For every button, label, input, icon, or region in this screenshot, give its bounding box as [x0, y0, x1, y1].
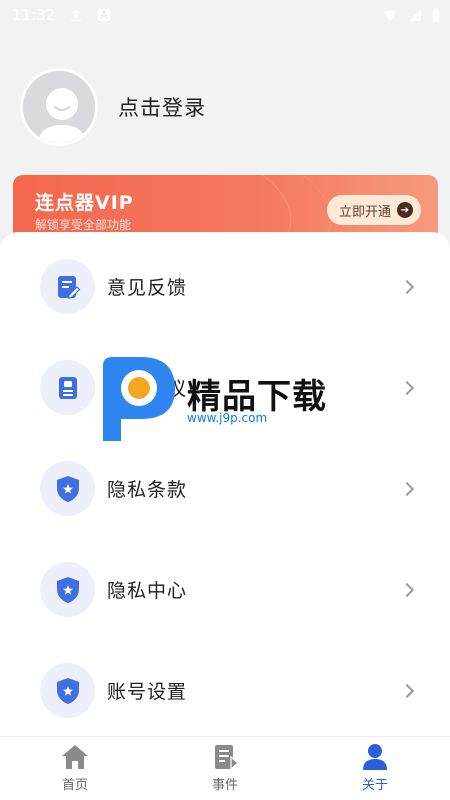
status-bar: 11:32 — [0, 0, 450, 30]
chevron-right-icon — [399, 380, 415, 395]
battery-icon — [432, 8, 440, 22]
avatar[interactable] — [20, 68, 98, 146]
contract-document-icon — [58, 376, 77, 399]
shield-star-icon — [56, 475, 79, 502]
tab-about[interactable]: 关于 — [300, 737, 450, 800]
tab-home[interactable]: 首页 — [0, 737, 150, 800]
wifi-icon — [384, 10, 396, 21]
shield-star-icon — [56, 576, 79, 603]
activate-vip-button[interactable]: 立即开通 ➔ — [326, 195, 421, 225]
signal-icon — [409, 9, 421, 21]
chevron-right-icon — [399, 481, 415, 496]
events-icon — [215, 745, 239, 771]
activate-vip-label: 立即开通 — [338, 204, 391, 220]
upload-icon — [71, 9, 82, 21]
menu-panel: 意见反馈 用户协议 隐私条款 隐私中心 账号设置 — [0, 232, 450, 742]
arrow-right-icon: ➔ — [397, 202, 413, 218]
menu-label-privacy-terms: 隐私条款 — [107, 479, 188, 501]
tab-events[interactable]: 事件 — [150, 737, 300, 800]
tab-label-events: 事件 — [211, 778, 238, 793]
shield-star-icon — [56, 677, 79, 704]
menu-item-privacy-center[interactable]: 隐私中心 — [0, 539, 450, 640]
default-avatar-icon — [37, 88, 87, 143]
login-link[interactable]: 点击登录 — [118, 92, 206, 122]
profile-header[interactable]: 点击登录 — [20, 68, 206, 146]
menu-item-feedback[interactable]: 意见反馈 — [0, 236, 450, 337]
menu-label-feedback: 意见反馈 — [107, 277, 188, 299]
menu-item-user-agreement[interactable]: 用户协议 — [0, 337, 450, 438]
menu-item-account-settings[interactable]: 账号设置 — [0, 640, 450, 741]
status-time: 11:32 — [12, 6, 56, 24]
menu-item-privacy-terms[interactable]: 隐私条款 — [0, 438, 450, 539]
chevron-right-icon — [399, 683, 415, 698]
vip-title: 连点器VIP — [35, 192, 134, 214]
chevron-right-icon — [399, 582, 415, 597]
menu-label-account-settings: 账号设置 — [107, 681, 188, 703]
chevron-right-icon — [399, 279, 415, 294]
tab-label-about: 关于 — [361, 778, 388, 793]
edit-document-icon — [57, 275, 80, 299]
menu-label-privacy-center: 隐私中心 — [107, 580, 188, 602]
menu-label-user-agreement: 用户协议 — [107, 378, 188, 400]
vip-subtitle: 解锁享受全部功能 — [35, 218, 132, 232]
user-icon — [363, 744, 387, 770]
tab-label-home: 首页 — [61, 778, 88, 793]
bottom-tab-bar: 首页 事件 关于 — [0, 736, 450, 800]
home-icon — [62, 745, 88, 769]
text-a-icon — [98, 8, 111, 21]
